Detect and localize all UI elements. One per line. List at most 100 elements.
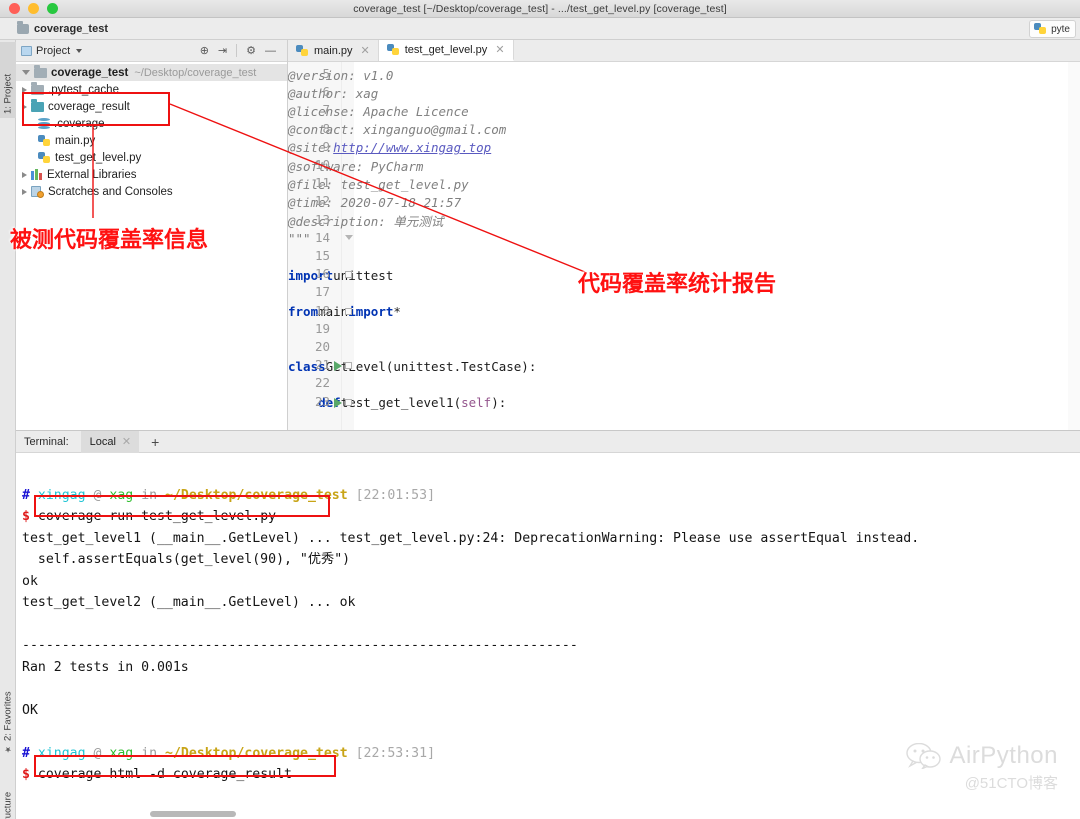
- tab-main-py[interactable]: main.py ✕: [288, 40, 379, 61]
- tree-item-path: ~/Desktop/coverage_test: [134, 66, 257, 79]
- watermark-brand: AirPython: [949, 742, 1058, 769]
- tree-item-label: External Libraries: [47, 168, 137, 181]
- chevron-down-icon[interactable]: [22, 70, 30, 75]
- line-number: 18: [314, 302, 330, 318]
- library-icon: [31, 169, 43, 180]
- terminal-output-line: test_get_level2 (__main__.GetLevel) ... …: [22, 595, 356, 610]
- tab-label: test_get_level.py: [404, 43, 488, 56]
- collapse-all-icon[interactable]: ⇥: [218, 44, 227, 57]
- breadcrumb[interactable]: coverage_test: [17, 21, 108, 35]
- watermark: AirPython @51CTO博客: [905, 742, 1058, 793]
- window-title: coverage_test [~/Desktop/coverage_test] …: [353, 2, 727, 15]
- annotation-box-coverage-files: [22, 92, 170, 126]
- close-icon[interactable]: ✕: [495, 43, 504, 56]
- close-icon[interactable]: ✕: [361, 44, 370, 57]
- tab-label: main.py: [314, 44, 353, 57]
- divider: [236, 44, 238, 57]
- left-tool-strip: 1: Project ★ 2: Favorites ▦ 7: Structure: [0, 40, 16, 819]
- structure-tab-label: 7: Structure: [2, 791, 14, 819]
- terminal-output-line: test_get_level1 (__main__.GetLevel) ... …: [22, 530, 920, 546]
- tree-item-label: Scratches and Consoles: [48, 185, 173, 198]
- tree-item-external-libraries[interactable]: External Libraries: [16, 166, 287, 183]
- editor-tab-bar: main.py ✕ test_get_level.py ✕: [288, 40, 1080, 62]
- project-tree: coverage_test ~/Desktop/coverage_test .p…: [16, 62, 287, 200]
- terminal-label: Terminal:: [24, 435, 69, 448]
- run-configuration-selector[interactable]: pyte: [1029, 20, 1076, 38]
- code-fold-icon[interactable]: [345, 362, 352, 370]
- terminal-tab-bar: Terminal: Local ✕ +: [16, 430, 1080, 453]
- line-number: 9: [322, 138, 330, 154]
- line-number: 13: [314, 211, 330, 227]
- pycharm-window: coverage_test [~/Desktop/coverage_test] …: [0, 0, 1080, 819]
- line-number: 16: [314, 266, 330, 282]
- locate-icon[interactable]: ⊕: [200, 44, 209, 57]
- watermark-source: @51CTO博客: [964, 775, 1058, 792]
- scratches-icon: [31, 185, 44, 198]
- code-fold-icon[interactable]: [345, 234, 353, 240]
- sidebar-item-favorites[interactable]: ★ 2: Favorites: [0, 670, 16, 754]
- project-panel-icon: [21, 45, 32, 56]
- tree-item-test-get-level-py[interactable]: test_get_level.py: [16, 149, 287, 166]
- gear-icon[interactable]: ⚙: [246, 44, 256, 57]
- code-fold-icon[interactable]: [345, 307, 352, 315]
- python-file-icon: [296, 44, 309, 57]
- line-number: 20: [314, 339, 330, 354]
- line-number: 23: [314, 393, 330, 409]
- python-file-icon: [38, 151, 51, 164]
- project-panel-header: Project ⊕ ⇥ ⚙ —: [16, 40, 287, 62]
- tab-test-get-level-py[interactable]: test_get_level.py ✕: [378, 40, 514, 61]
- line-number: 19: [314, 320, 330, 336]
- line-number: 12: [314, 193, 330, 209]
- project-tab-label: 1: Project: [2, 73, 14, 114]
- terminal-tab-label: Local: [89, 435, 116, 448]
- chevron-right-icon[interactable]: [22, 171, 27, 178]
- editor-scrollbar[interactable]: [1068, 62, 1080, 430]
- code-editor[interactable]: @version: v1.0 @author: xag @license: Apac…: [288, 62, 1080, 430]
- code-fold-icon[interactable]: [345, 398, 352, 406]
- wechat-icon: [906, 743, 942, 769]
- terminal-output-line: ----------------------------------------…: [22, 638, 578, 653]
- line-number: 14: [314, 229, 330, 245]
- chevron-down-icon[interactable]: [76, 48, 83, 53]
- close-icon[interactable]: ✕: [122, 435, 131, 448]
- run-test-icon[interactable]: [334, 397, 342, 408]
- tree-item-label: coverage_test: [51, 66, 129, 79]
- tree-item-label: test_get_level.py: [55, 151, 142, 164]
- line-number: 5: [322, 66, 330, 81]
- tree-item-scratches-and-consoles[interactable]: Scratches and Consoles: [16, 183, 287, 200]
- line-number: 7: [322, 102, 330, 118]
- chevron-right-icon[interactable]: [22, 188, 27, 195]
- add-terminal-button[interactable]: +: [151, 435, 159, 449]
- folder-icon: [17, 21, 29, 34]
- annotation-right-text: 代码覆盖率统计报告: [578, 272, 777, 297]
- tree-item-coverage-test[interactable]: coverage_test ~/Desktop/coverage_test: [16, 64, 287, 81]
- terminal-output-line: OK: [22, 702, 38, 718]
- sidebar-item-structure[interactable]: ▦ 7: Structure: [0, 762, 16, 819]
- terminal-tab-local[interactable]: Local ✕: [80, 430, 140, 453]
- horizontal-scrollbar[interactable]: [150, 811, 236, 817]
- line-number: 6: [322, 84, 330, 100]
- tree-item-main-py[interactable]: main.py: [16, 132, 287, 149]
- project-panel-title: Project: [36, 44, 71, 57]
- line-number: 11: [314, 175, 330, 191]
- annotation-box-command-coverage-run: [34, 495, 330, 517]
- window-title-bar: coverage_test [~/Desktop/coverage_test] …: [0, 0, 1080, 18]
- run-config-label: pyte: [1051, 23, 1070, 35]
- line-number: 22: [314, 375, 330, 391]
- python-file-icon: [386, 43, 400, 56]
- code-fold-icon[interactable]: [345, 271, 352, 279]
- run-test-icon[interactable]: [334, 361, 342, 372]
- minimize-icon[interactable]: —: [265, 45, 276, 57]
- line-number: 15: [314, 248, 330, 263]
- sidebar-item-project[interactable]: 1: Project: [0, 42, 16, 118]
- star-icon: ★: [3, 745, 13, 754]
- line-number: 21: [314, 357, 330, 373]
- folder-icon: [34, 65, 47, 78]
- terminal-output-line: ok: [22, 573, 38, 589]
- python-file-icon: [1034, 23, 1047, 35]
- line-number: 10: [314, 157, 330, 172]
